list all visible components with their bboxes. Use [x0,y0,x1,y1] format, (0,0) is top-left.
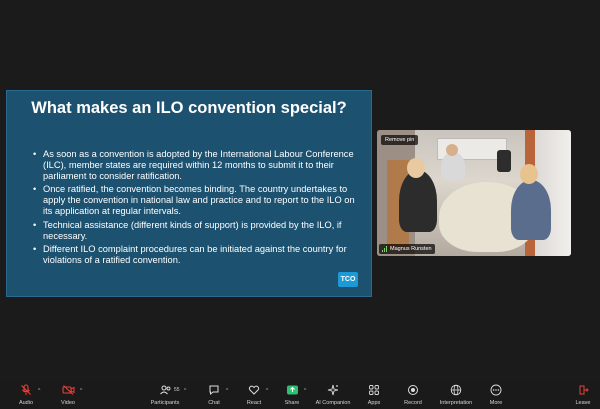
office-chair [497,150,511,172]
shared-slide: What makes an ILO convention special? As… [6,90,372,297]
participants-options-chevron-icon[interactable]: ^ [184,388,186,394]
react-label: React [246,400,262,406]
apps-button[interactable]: Apps [362,383,386,409]
share-button[interactable]: Share [280,383,304,409]
tco-logo-text: TCO [340,276,356,283]
interpretation-button[interactable]: Interpretation [434,383,478,409]
more-button[interactable]: More [484,383,508,409]
participant-head [407,158,425,178]
share-label: Share [284,400,300,406]
tco-logo: TCO [338,272,358,287]
ai-companion-label: AI Companion [315,400,351,406]
record-icon [406,383,420,397]
video-label: Video [61,400,75,406]
more-label: More [489,400,503,406]
participants-icon [158,383,172,397]
record-button[interactable]: Record [400,383,426,409]
meeting-toolbar: Audio ^ Video ^ Participants 55 ^ Chat ^… [0,382,600,409]
share-screen-icon [285,383,299,397]
sparkle-icon [326,383,340,397]
ai-companion-button[interactable]: AI Companion [310,383,356,409]
chat-label: Chat [208,400,220,406]
react-button[interactable]: React [242,383,266,409]
chat-bubble-icon [207,383,221,397]
share-options-chevron-icon[interactable]: ^ [304,388,306,394]
leave-label: Leave [575,400,591,406]
heart-icon [247,383,261,397]
record-label: Record [404,400,422,406]
mic-muted-icon [19,383,33,397]
slide-title: What makes an ILO convention special? [31,99,347,117]
video-button[interactable]: Video [56,383,80,409]
camera-off-icon [61,383,75,397]
participant-figure [511,180,551,240]
audio-options-chevron-icon[interactable]: ^ [38,388,40,394]
meeting-stage: What makes an ILO convention special? As… [0,0,600,382]
participant-video-tile[interactable]: Remove pin Magnus Runsten [377,130,571,256]
slide-bullet: As soon as a convention is adopted by th… [33,149,365,182]
react-options-chevron-icon[interactable]: ^ [266,388,268,394]
participants-count: 55 [174,387,180,393]
apps-label: Apps [367,400,381,406]
participant-head [446,144,458,156]
chat-options-chevron-icon[interactable]: ^ [226,388,228,394]
participant-figure [441,152,465,180]
interpretation-label: Interpretation [439,400,473,406]
slide-bullet: Technical assistance (different kinds of… [33,220,365,242]
slide-bullet-list: As soon as a convention is adopted by th… [33,149,365,268]
participant-head [520,164,538,184]
audio-button[interactable]: Audio [14,383,38,409]
slide-bullet: Once ratified, the convention becomes bi… [33,184,365,217]
chat-button[interactable]: Chat [202,383,226,409]
remove-pin-button[interactable]: Remove pin [381,135,419,145]
more-dots-icon [489,383,503,397]
participants-label: Participants [150,400,180,406]
participant-name-tag: Magnus Runsten [379,244,435,254]
leave-button[interactable]: Leave [572,383,594,409]
slide-bullet: Different ILO complaint procedures can b… [33,244,365,266]
leave-icon [576,383,590,397]
participant-name: Magnus Runsten [390,246,432,252]
apps-grid-icon [367,383,381,397]
participant-figure [399,170,437,232]
signal-strength-icon [382,246,387,252]
globe-icon [449,383,463,397]
audio-label: Audio [18,400,34,406]
video-options-chevron-icon[interactable]: ^ [80,388,82,394]
